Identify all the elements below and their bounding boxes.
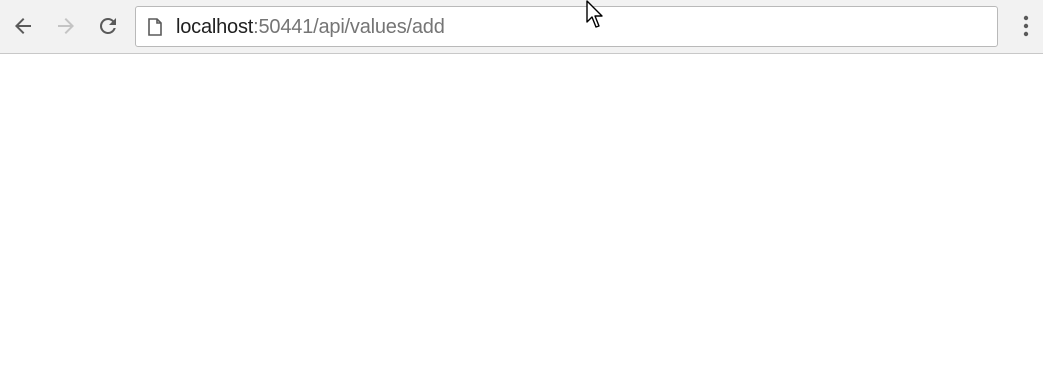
reload-button[interactable]	[93, 11, 123, 41]
page-icon	[148, 18, 162, 36]
url-text[interactable]: localhost:50441/api/values/add	[176, 16, 445, 38]
browser-toolbar: localhost:50441/api/values/add	[0, 0, 1043, 54]
arrow-right-icon	[58, 18, 74, 34]
forward-button[interactable]	[51, 11, 81, 41]
back-button[interactable]	[8, 11, 38, 41]
reload-icon	[99, 17, 116, 34]
address-bar[interactable]: localhost:50441/api/values/add	[135, 6, 998, 47]
page-content	[0, 54, 1043, 390]
url-host: localhost	[176, 16, 254, 38]
mouse-pointer-icon	[586, 0, 603, 28]
browser-menu-button[interactable]	[1014, 11, 1038, 41]
url-path: :50441/api/values/add	[253, 16, 445, 38]
kebab-menu-icon	[1023, 15, 1029, 37]
arrow-left-icon	[15, 18, 31, 34]
